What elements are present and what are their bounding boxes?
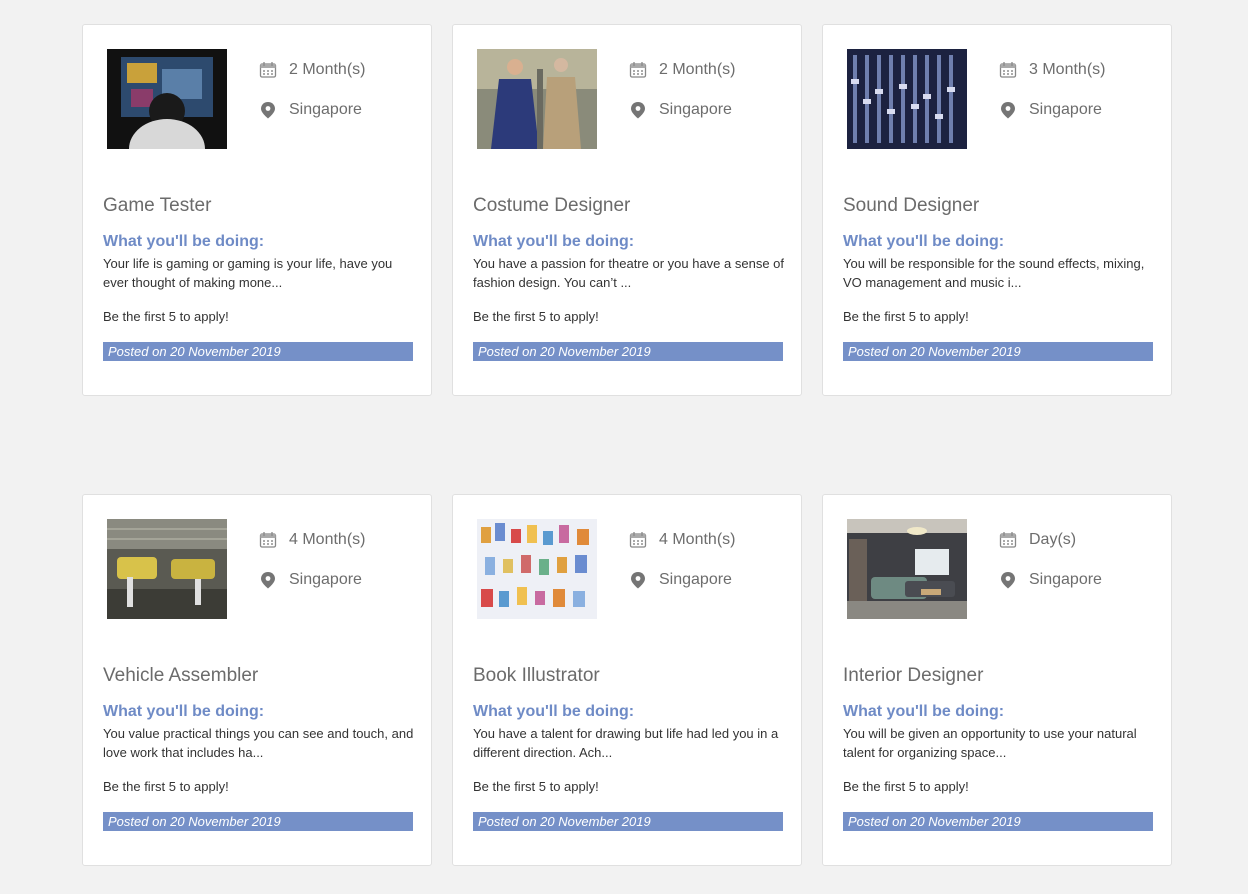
location-pin-icon [631, 102, 645, 119]
apply-note: Be the first 5 to apply! [473, 779, 599, 794]
job-description: You value practical things you can see a… [103, 726, 414, 760]
duration-text: 4 Month(s) [659, 531, 736, 548]
job-card[interactable]: 4 Month(s) Singapore Book Illustrator Wh… [452, 494, 802, 866]
location-pin-icon [1001, 102, 1015, 119]
location-pin-icon [261, 572, 275, 589]
job-title[interactable]: Sound Designer [843, 195, 979, 217]
job-image[interactable] [477, 49, 597, 149]
apply-note: Be the first 5 to apply! [843, 779, 969, 794]
posted-date-badge: Posted on 20 November 2019 [103, 812, 413, 831]
posted-date-badge: Posted on 20 November 2019 [843, 342, 1153, 361]
duration-text: 2 Month(s) [289, 61, 366, 78]
section-heading: What you'll be doing: [103, 233, 265, 250]
section-heading: What you'll be doing: [843, 233, 1005, 250]
section-heading: What you'll be doing: [103, 703, 265, 720]
calendar-icon [629, 532, 647, 548]
posted-date-badge: Posted on 20 November 2019 [473, 812, 783, 831]
location: Singapore [999, 101, 1102, 119]
job-description: You will be given an opportunity to use … [843, 726, 1137, 760]
job-title[interactable]: Costume Designer [473, 195, 630, 217]
location-text: Singapore [289, 101, 362, 118]
job-card[interactable]: 4 Month(s) Singapore Vehicle Assembler W… [82, 494, 432, 866]
location: Singapore [999, 571, 1102, 589]
duration-text: Day(s) [1029, 531, 1077, 548]
section-heading: What you'll be doing: [843, 703, 1005, 720]
calendar-icon [629, 62, 647, 78]
posted-date-badge: Posted on 20 November 2019 [843, 812, 1153, 831]
location: Singapore [629, 101, 732, 119]
duration: 3 Month(s) [999, 61, 1105, 79]
duration-text: 4 Month(s) [289, 531, 366, 548]
job-title[interactable]: Book Illustrator [473, 665, 600, 687]
job-description: You have a passion for theatre or you ha… [473, 256, 785, 290]
calendar-icon [259, 62, 277, 78]
job-image[interactable] [107, 49, 227, 149]
location-pin-icon [261, 102, 275, 119]
location-pin-icon [631, 572, 645, 589]
job-card[interactable]: 3 Month(s) Singapore Sound Designer What… [822, 24, 1172, 396]
duration: 4 Month(s) [629, 531, 735, 549]
apply-note: Be the first 5 to apply! [843, 309, 969, 324]
apply-note: Be the first 5 to apply! [473, 309, 599, 324]
job-image[interactable] [847, 49, 967, 149]
calendar-icon [999, 62, 1017, 78]
section-heading: What you'll be doing: [473, 703, 635, 720]
job-image[interactable] [107, 519, 227, 619]
job-description: You have a talent for drawing but life h… [473, 726, 779, 760]
location: Singapore [629, 571, 732, 589]
apply-note: Be the first 5 to apply! [103, 309, 229, 324]
posted-date-badge: Posted on 20 November 2019 [103, 342, 413, 361]
location-text: Singapore [659, 571, 732, 588]
location-text: Singapore [659, 101, 732, 118]
job-description: Your life is gaming or gaming is your li… [103, 256, 393, 290]
apply-note: Be the first 5 to apply! [103, 779, 229, 794]
location-text: Singapore [1029, 571, 1102, 588]
posted-date-badge: Posted on 20 November 2019 [473, 342, 783, 361]
calendar-icon [259, 532, 277, 548]
duration: 4 Month(s) [259, 531, 365, 549]
location: Singapore [259, 571, 362, 589]
duration: 2 Month(s) [629, 61, 735, 79]
location: Singapore [259, 101, 362, 119]
section-heading: What you'll be doing: [473, 233, 635, 250]
location-pin-icon [1001, 572, 1015, 589]
duration: Day(s) [999, 531, 1076, 549]
job-title[interactable]: Vehicle Assembler [103, 665, 258, 687]
duration-text: 2 Month(s) [659, 61, 736, 78]
job-image[interactable] [847, 519, 967, 619]
duration-text: 3 Month(s) [1029, 61, 1106, 78]
job-card[interactable]: Day(s) Singapore Interior Designer What … [822, 494, 1172, 866]
location-text: Singapore [289, 571, 362, 588]
job-description: You will be responsible for the sound ef… [843, 256, 1145, 290]
job-title[interactable]: Game Tester [103, 195, 211, 217]
duration: 2 Month(s) [259, 61, 365, 79]
calendar-icon [999, 532, 1017, 548]
job-card[interactable]: 2 Month(s) Singapore Game Tester What yo… [82, 24, 432, 396]
job-title[interactable]: Interior Designer [843, 665, 983, 687]
location-text: Singapore [1029, 101, 1102, 118]
job-image[interactable] [477, 519, 597, 619]
job-card[interactable]: 2 Month(s) Singapore Costume Designer Wh… [452, 24, 802, 396]
